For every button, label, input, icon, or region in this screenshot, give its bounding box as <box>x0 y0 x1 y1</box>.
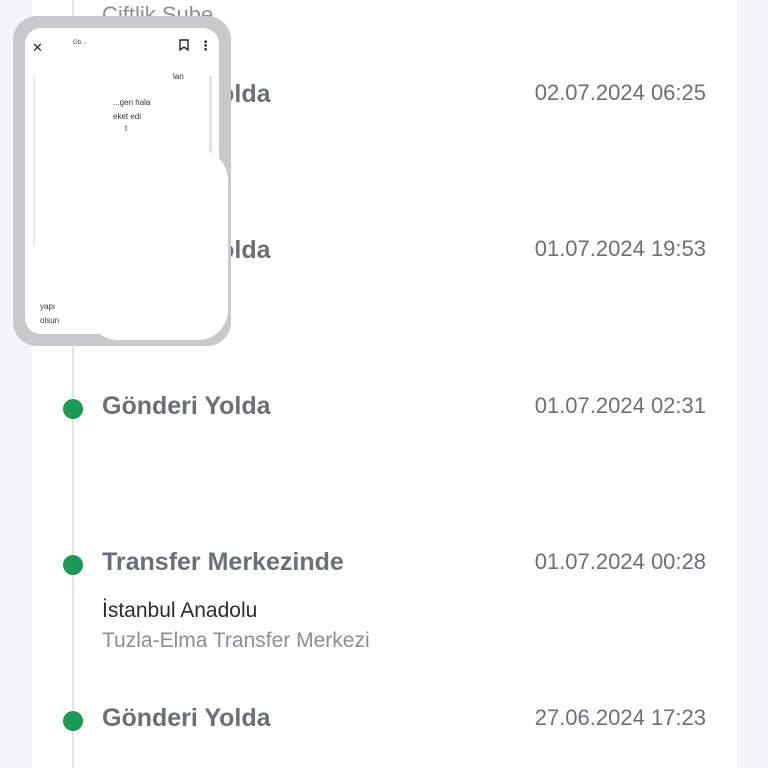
event-location: İstanbul Anadolu <box>102 599 258 622</box>
status-dot <box>63 399 83 419</box>
event-datetime: 01.07.2024 02:31 <box>534 393 706 418</box>
floating-window-toolbar: ✕ Gb... ⋮ <box>25 28 219 64</box>
event-status: Gönderi Yolda <box>102 392 271 420</box>
text-fragment: yapı <box>40 302 56 311</box>
more-vertical-icon[interactable]: ⋮ <box>199 38 212 54</box>
text-fragment: lan <box>173 72 184 81</box>
bookmark-icon[interactable] <box>179 39 189 54</box>
text-fragment: olsun <box>40 316 60 325</box>
status-dot <box>63 555 83 575</box>
event-datetime: 01.07.2024 19:53 <box>534 236 706 261</box>
status-dot <box>63 711 83 731</box>
text-fragment: t <box>125 124 128 133</box>
event-status: Gönderi Yolda <box>102 704 271 732</box>
event-status: Transfer Merkezinde <box>102 548 344 576</box>
event-datetime: 27.06.2024 17:23 <box>534 705 706 730</box>
redaction-blot <box>88 150 228 340</box>
floating-window-title: Gb... <box>73 40 87 46</box>
event-datetime: 02.07.2024 06:25 <box>534 80 706 105</box>
event-sublocation: Tuzla-Elma Transfer Merkezi <box>102 629 370 652</box>
close-icon[interactable]: ✕ <box>32 40 43 56</box>
tracking-page: Çiftlik Şube Gönderi Yolda 02.07.2024 06… <box>0 0 768 768</box>
text-fragment: ...gen hala <box>113 98 151 107</box>
text-fragment: eket edi <box>113 112 142 121</box>
event-datetime: 01.07.2024 00:28 <box>534 549 706 574</box>
